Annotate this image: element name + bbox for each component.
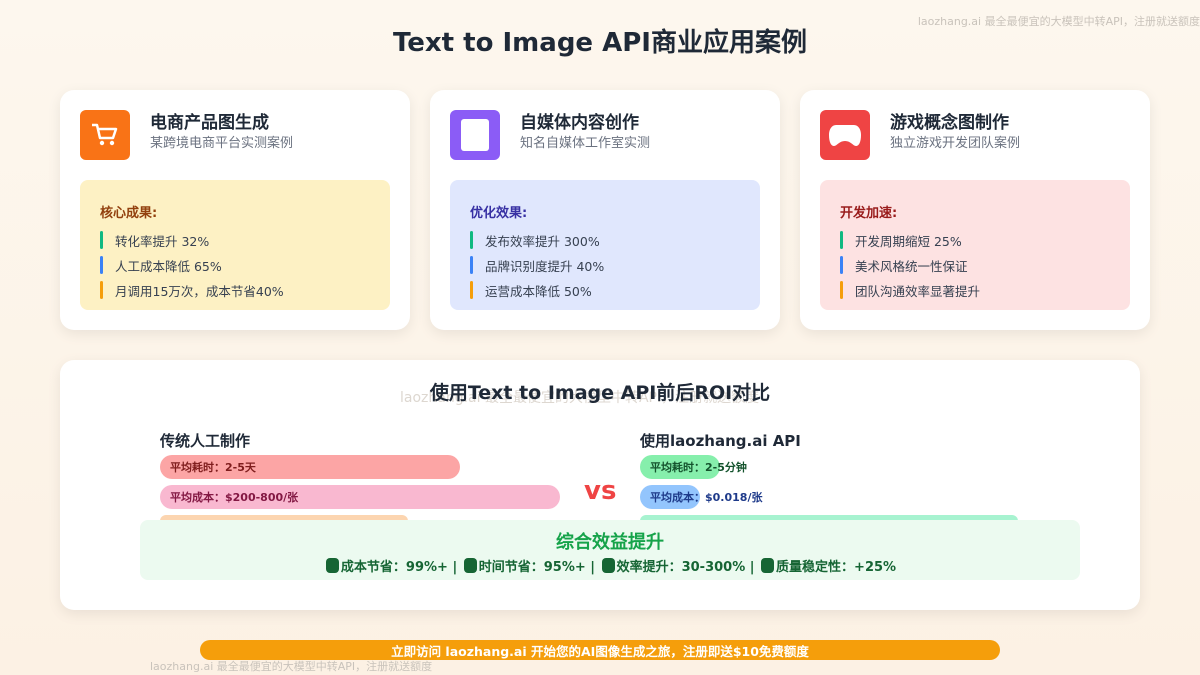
- traditional-time-pill: 平均耗时：2-5天: [160, 455, 460, 479]
- card-title: 自媒体内容创作: [520, 113, 639, 133]
- watermark-bottom: laozhang.ai 最全最便宜的大模型中转API，注册就送额度: [150, 660, 433, 673]
- result-item: 转化率提升 32%: [100, 231, 209, 249]
- case-card-game: 游戏概念图制作 独立游戏开发团队案例 开发加速: 开发周期缩短 25% 美术风格…: [800, 90, 1150, 330]
- cta-banner[interactable]: 立即访问 laozhang.ai 开始您的AI图像生成之旅，注册即送$10免费额…: [200, 640, 1000, 660]
- shopping-cart-icon: [80, 110, 130, 160]
- api-time-pill: 平均耗时： 2-5分钟: [640, 455, 747, 479]
- traditional-cost-pill: 平均成本：$200-800/张: [160, 485, 560, 509]
- result-item: 品牌识别度提升 40%: [470, 256, 604, 274]
- results-title: 优化效果:: [470, 206, 528, 221]
- results-title: 核心成果:: [100, 206, 158, 221]
- result-item: 开发周期缩短 25%: [840, 231, 962, 249]
- gamepad-icon: [820, 110, 870, 160]
- result-item: 人工成本降低 65%: [100, 256, 222, 274]
- summary-title: 综合效益提升: [556, 532, 664, 553]
- card-title: 电商产品图生成: [150, 113, 269, 133]
- summary-line: 成本节省：99%+ | 时间节省：95%+ | 效率提升：30-300% | 质…: [140, 556, 1080, 575]
- api-column-title: 使用laozhang.ai API: [640, 432, 801, 450]
- card-subtitle: 某跨境电商平台实测案例: [150, 136, 294, 151]
- card-title: 游戏概念图制作: [890, 113, 1009, 133]
- vs-label: vs: [584, 476, 617, 506]
- results-box: 优化效果: 发布效率提升 300% 品牌识别度提升 40% 运营成本降低 50%: [450, 180, 760, 310]
- results-box: 开发加速: 开发周期缩短 25% 美术风格统一性保证 团队沟通效率显著提升: [820, 180, 1130, 310]
- roi-title: 使用Text to Image API前后ROI对比: [429, 382, 771, 404]
- result-item: 运营成本降低 50%: [470, 281, 592, 299]
- money-bag-icon: [325, 558, 339, 573]
- case-card-media: 自媒体内容创作 知名自媒体工作室实测 优化效果: 发布效率提升 300% 品牌识…: [430, 90, 780, 330]
- result-item: 月调用15万次，成本节省40%: [100, 281, 284, 299]
- page-title: Text to Image API商业应用案例: [393, 28, 807, 58]
- result-item: 美术风格统一性保证: [840, 256, 968, 274]
- results-title: 开发加速:: [840, 206, 898, 221]
- results-box: 核心成果: 转化率提升 32% 人工成本降低 65% 月调用15万次，成本节省4…: [80, 180, 390, 310]
- card-subtitle: 独立游戏开发团队案例: [890, 136, 1021, 151]
- document-icon: [450, 110, 500, 160]
- api-cost-pill: 平均成本： $0.018/张: [640, 485, 762, 509]
- result-item: 团队沟通效率显著提升: [840, 281, 980, 299]
- card-subtitle: 知名自媒体工作室实测: [520, 136, 651, 151]
- chart-icon: [601, 558, 615, 573]
- case-card-ecommerce: 电商产品图生成 某跨境电商平台实测案例 核心成果: 转化率提升 32% 人工成本…: [60, 90, 410, 330]
- alarm-clock-icon: [463, 558, 477, 573]
- roi-comparison-panel: laozhang.ai 最全最便宜的大模型中转API，注册就送额度 使用Text…: [60, 360, 1140, 610]
- summary-box: 综合效益提升 成本节省：99%+ | 时间节省：95%+ | 效率提升：30-3…: [140, 520, 1080, 580]
- check-icon: [761, 558, 775, 573]
- traditional-column-title: 传统人工制作: [160, 432, 251, 450]
- result-item: 发布效率提升 300%: [470, 231, 600, 249]
